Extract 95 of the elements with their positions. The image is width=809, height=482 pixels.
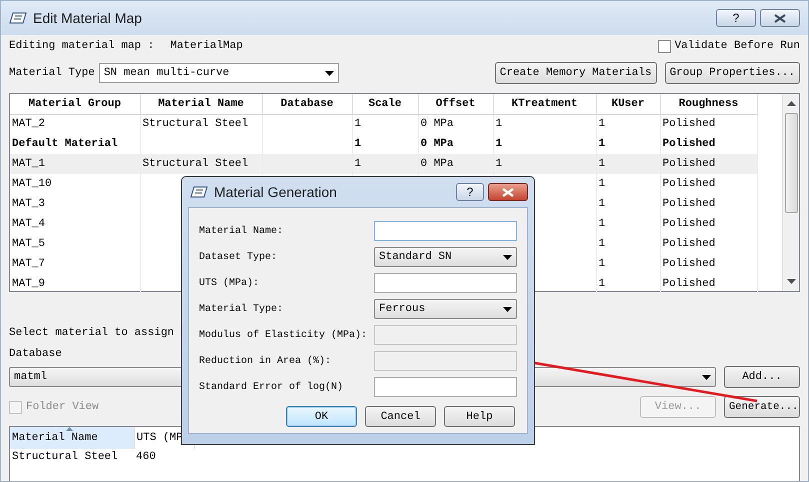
table-cell: 1 [496,138,502,150]
field-label: Material Type [9,66,95,81]
add-button[interactable]: Add... [724,366,800,388]
dropdown-field[interactable]: Standard SN [374,247,517,267]
dropdown-field[interactable]: Ferrous [374,299,517,319]
column-header[interactable]: Material Group [10,94,140,114]
table-cell: Polished [662,218,716,230]
field-label: Modulus of Elasticity (MPa): [199,328,368,342]
section-label: Select material to assign [9,326,174,341]
field-label: Material Type: [199,302,284,316]
app-logo-icon [9,12,27,24]
table-cell: 1 [354,158,362,170]
dropdown-arrow-icon [503,306,512,312]
table-cell: 1 [598,258,606,270]
checkbox-label: Folder View [26,400,99,415]
dialog-button[interactable]: Help [444,406,515,427]
table-cell: Structural Steel [142,118,248,130]
generate-button[interactable]: Generate... [724,396,800,418]
dropdown-arrow-icon [503,254,512,260]
map-label: Editing material map : [9,38,154,54]
input-field[interactable] [374,377,517,397]
column-header[interactable]: KUser [596,94,660,114]
scroll-up-icon[interactable] [786,101,796,106]
field-label: Reduction in Area (%): [199,354,332,368]
dialog-button[interactable]: Cancel [365,406,436,427]
field-label: Dataset Type: [199,250,278,264]
table-cell: 1 [598,198,606,210]
table-cell: 1 [354,118,362,130]
sort-icon [66,427,73,431]
table-cell: 0 MPa [420,138,454,150]
field-label: Material Name: [199,224,284,238]
material-group-cell: MAT_4 [12,218,46,230]
window-title: Edit Material Map [33,8,142,28]
close-button[interactable] [760,9,800,27]
table-cell: 460 [136,451,156,463]
toolbar-button[interactable]: Group Properties... [664,62,800,84]
help-button[interactable]: ? [456,183,484,201]
dropdown-arrow-icon [702,374,711,380]
material-group-cell: MAT_1 [12,158,46,170]
table-cell: 1 [598,118,606,130]
close-button[interactable] [488,183,528,201]
close-icon [774,14,786,22]
help-button[interactable]: ? [716,9,756,27]
input-field[interactable] [374,273,517,293]
map-name: MaterialMap [170,38,243,54]
table-cell: 1 [598,238,606,250]
field-label: Standard Error of log(N) [199,380,344,394]
table-cell: Structural Steel [142,158,248,170]
table-cell: 1 [496,158,502,170]
column-header[interactable]: Scale [352,94,418,114]
checkbox-label: Validate Before Run [674,38,800,54]
table-cell: 1 [354,138,362,150]
table-cell: 1 [598,278,606,290]
material-group-cell: Default Material [12,138,118,150]
table-cell: Polished [662,198,716,210]
column-header[interactable]: Roughness [660,94,757,114]
material-group-cell: MAT_2 [12,118,46,130]
table-cell: 0 MPa [420,118,454,130]
app-logo-icon [190,186,208,198]
field-label: Database [9,346,62,362]
dialog-title: Material Generation [214,182,337,202]
material-group-cell: MAT_10 [12,178,52,190]
table-cell: Polished [662,238,716,250]
material-type-dropdown[interactable]: SN mean multi-curve [98,63,339,83]
material-group-cell: MAT_5 [12,238,46,250]
table-cell: 0 MPa [420,158,454,170]
table-cell: Polished [662,118,716,130]
table-cell: Polished [662,138,716,150]
scroll-thumb[interactable] [784,113,798,213]
table-cell: 1 [598,178,606,190]
table-cell: 1 [598,138,606,150]
table-cell: Polished [662,178,716,190]
table-cell: Polished [662,158,716,170]
dropdown-arrow-icon [324,70,334,76]
table-cell: 1 [598,218,606,230]
table-cell: Structural Steel [12,451,118,463]
material-group-cell: MAT_9 [12,278,46,290]
column-header[interactable]: KTreatment [493,94,596,114]
table-cell: Polished [662,258,716,270]
material-group-cell: MAT_3 [12,198,46,210]
column-header[interactable]: Offset [418,94,493,114]
column-header[interactable]: Database [262,94,352,114]
validate-checkbox[interactable] [658,40,671,52]
toolbar-button[interactable]: Create Memory Materials [494,62,657,84]
table-cell: 1 [496,118,502,130]
input-field[interactable] [374,221,517,241]
material-group-cell: MAT_7 [12,258,46,270]
column-header[interactable]: Material Name [140,94,262,114]
field-label: UTS (MPa): [199,276,260,290]
scrollbar[interactable] [782,94,799,291]
table-cell: Polished [662,278,716,290]
dialog-button[interactable]: OK [286,406,357,427]
table-cell: 1 [598,158,606,170]
close-icon [502,188,514,196]
scroll-down-icon[interactable] [786,279,796,284]
